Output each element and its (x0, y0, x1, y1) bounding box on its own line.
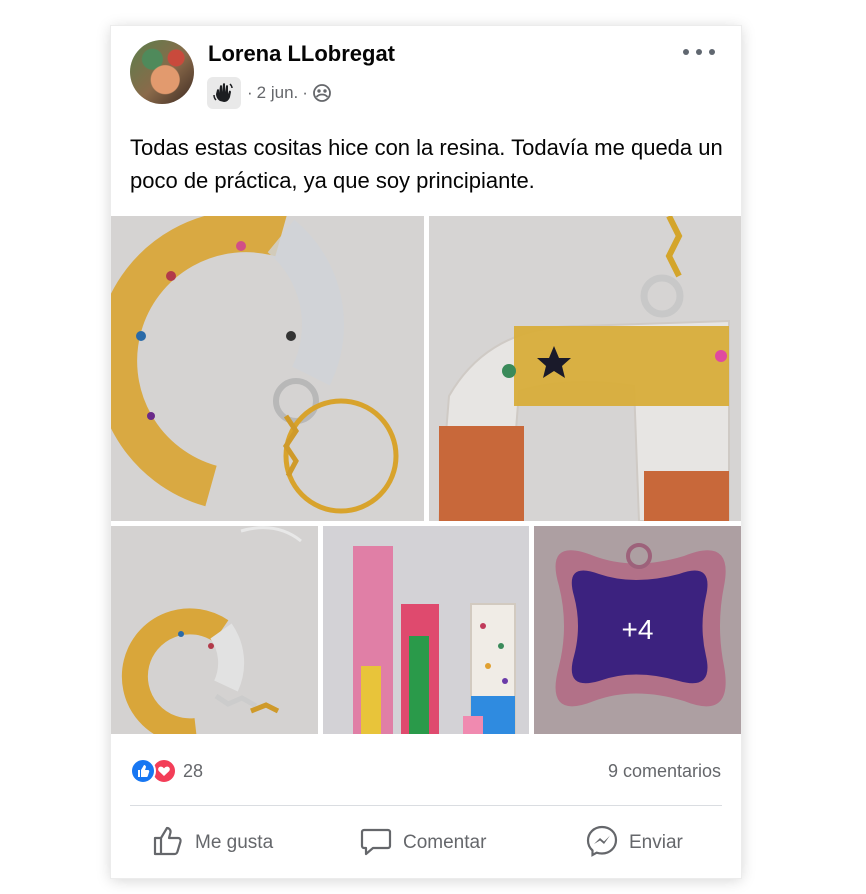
comment-bubble-icon (359, 824, 393, 863)
photo-grid: +4 (111, 216, 741, 734)
like-button[interactable]: Me gusta (151, 826, 273, 860)
reaction-count: 28 (183, 760, 204, 781)
messenger-icon (585, 824, 619, 863)
comment-button[interactable]: Comentar (359, 826, 486, 860)
send-button[interactable]: Enviar (585, 824, 683, 863)
post-date[interactable]: 2 jun. (257, 83, 299, 103)
photo-3[interactable] (111, 526, 318, 734)
thumbs-up-icon (151, 824, 185, 863)
more-options-icon[interactable] (683, 44, 715, 60)
post-separator-2: · (302, 83, 308, 102)
author-name[interactable]: Lorena LLobregat (208, 41, 395, 67)
more-photos-overlay[interactable]: +4 (534, 526, 741, 734)
photo-1[interactable] (111, 216, 424, 521)
comment-label: Comentar (403, 832, 487, 853)
post-separator: · (247, 83, 253, 102)
like-label: Me gusta (195, 832, 274, 853)
group-audience-icon (312, 83, 332, 103)
avatar[interactable] (130, 40, 194, 104)
photo-5[interactable]: +4 (534, 526, 741, 734)
post-text: Todas estas cositas hice con la resina. … (130, 135, 723, 193)
divider (130, 805, 722, 806)
post-card: Lorena LLobregat · 2 jun. · Todas estas … (111, 26, 741, 878)
photo-4[interactable] (323, 526, 529, 734)
reactions-summary[interactable]: 28 (130, 758, 203, 784)
photo-2[interactable] (429, 216, 741, 521)
post-meta: · 2 jun. · (207, 76, 332, 110)
send-label: Enviar (629, 832, 683, 853)
wave-hand-icon[interactable] (207, 77, 241, 109)
like-reaction-icon (130, 758, 156, 784)
comments-count[interactable]: 9 comentarios (608, 761, 721, 782)
